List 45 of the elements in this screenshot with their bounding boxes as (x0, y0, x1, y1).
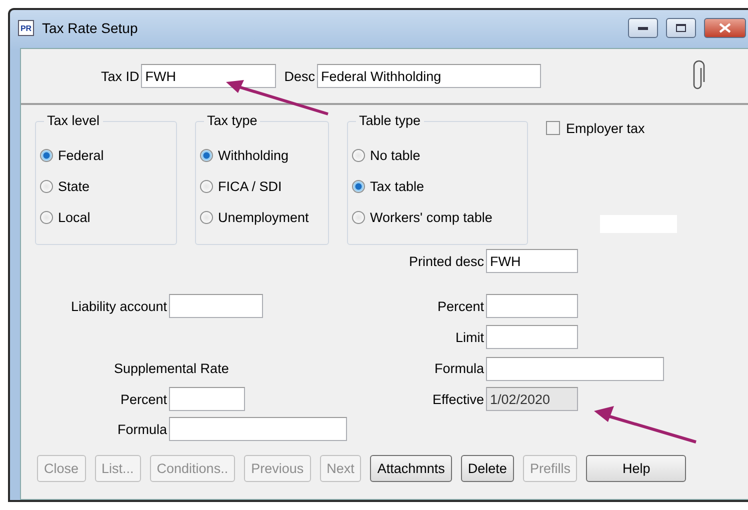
input-field[interactable]: FWH (486, 249, 578, 273)
employer-tax-checkbox[interactable]: Employer tax (546, 121, 677, 136)
maximize-button[interactable] (666, 18, 696, 38)
radio-option[interactable]: Withholding (200, 144, 328, 166)
field-label: Percent (120, 392, 167, 406)
field-label: Desc (284, 68, 316, 84)
window-title: Tax Rate Setup (42, 20, 139, 36)
field-label: Limit (455, 330, 484, 344)
action-button[interactable]: Help (586, 455, 686, 482)
radio-option[interactable]: Workers' comp table (352, 206, 527, 228)
radio-option[interactable]: Local (40, 206, 176, 228)
radio-option[interactable]: Unemployment (200, 206, 328, 228)
maximize-icon (676, 24, 686, 32)
action-button[interactable]: Attachmnts (370, 455, 452, 482)
action-button[interactable]: Delete (460, 455, 514, 482)
input-field[interactable] (486, 356, 664, 380)
radio-option[interactable]: No table (352, 144, 527, 166)
field-label: Printed desc (408, 254, 484, 268)
paperclip-icon[interactable] (691, 60, 706, 92)
liability-account-field[interactable] (169, 294, 263, 318)
radio-option[interactable]: State (40, 175, 176, 197)
app-icon: PR (18, 20, 34, 36)
section-label: Supplemental Rate (114, 361, 229, 376)
tax-id-field[interactable]: FWH (141, 64, 276, 88)
group-title: Table type (356, 113, 424, 128)
input-field[interactable] (486, 294, 578, 318)
desc-field[interactable]: Federal Withholding (317, 64, 542, 88)
radio-option[interactable]: Tax table (352, 175, 527, 197)
minimize-button[interactable] (628, 18, 658, 38)
close-button[interactable] (704, 18, 746, 38)
field-label: Tax ID (101, 68, 140, 84)
minimize-icon (638, 26, 648, 30)
group-title: Tax level (44, 113, 103, 128)
input-field[interactable] (169, 387, 245, 411)
close-icon (719, 23, 731, 33)
radio-option[interactable]: FICA / SDI (200, 175, 328, 197)
field-label: Formula (434, 361, 484, 376)
field-label: Percent (437, 298, 484, 314)
group-title: Tax type (204, 113, 260, 128)
input-field[interactable] (169, 417, 347, 441)
field-label: Liability account (70, 298, 167, 314)
radio-option[interactable]: Federal (40, 144, 176, 166)
input-field[interactable] (486, 325, 578, 349)
field-label: Effective (432, 392, 484, 406)
field-label: Formula (117, 422, 167, 436)
